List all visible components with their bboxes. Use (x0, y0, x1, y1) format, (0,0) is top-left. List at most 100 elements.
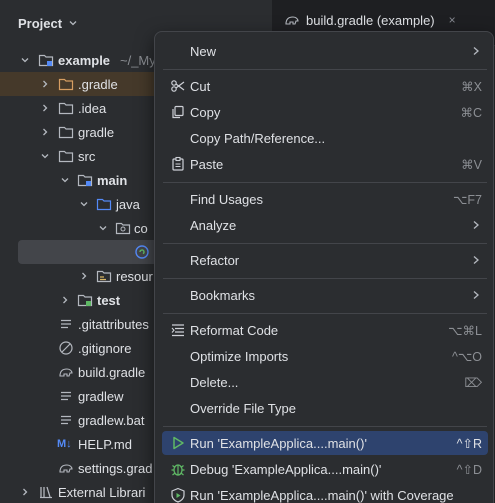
package-icon (115, 222, 131, 235)
close-icon[interactable]: × (449, 13, 456, 27)
menu-item-run[interactable]: Run 'ExampleApplica....main()' ^⇧R (162, 431, 488, 455)
tree-label: java (116, 196, 140, 212)
tree-label: .gradle (78, 76, 118, 92)
chevron-down-icon[interactable] (60, 175, 70, 185)
text-file-icon (61, 415, 71, 425)
menu-item-label: Run 'ExampleApplica....main()' (190, 435, 367, 451)
scissors-icon (171, 80, 185, 92)
module-folder-icon (38, 54, 54, 67)
chevron-right-icon[interactable] (40, 79, 50, 89)
project-panel-title[interactable]: Project (18, 16, 62, 31)
menu-item-label: Analyze (190, 217, 237, 233)
menu-item-label: Refactor (190, 252, 240, 268)
menu-item-run-with-coverage[interactable]: Run 'ExampleApplica....main()' with Cove… (162, 483, 488, 503)
menu-item-copy[interactable]: Copy ⌘C (162, 100, 488, 124)
menu-item-label: Reformat Code (190, 322, 279, 338)
menu-separator (163, 278, 487, 279)
run-icon (173, 436, 184, 450)
tree-label: .gitignore (78, 340, 132, 356)
submenu-arrow-icon (473, 47, 479, 55)
menu-item-shortcut: ⌘C (460, 105, 482, 120)
menu-item-analyze[interactable]: Analyze (162, 213, 488, 237)
menu-item-label: Cut (190, 78, 211, 94)
tree-label: test (97, 292, 121, 308)
gradle-elephant-icon (285, 16, 299, 25)
resources-folder-icon (96, 270, 112, 283)
chevron-down-icon[interactable] (79, 199, 89, 209)
gradle-elephant-icon (59, 368, 73, 377)
menu-item-label: Debug 'ExampleApplica....main()' (190, 461, 382, 477)
chevron-right-icon[interactable] (40, 103, 50, 113)
submenu-arrow-icon (473, 256, 479, 264)
context-menu: New Cut ⌘X Copy ⌘C Copy Path/Reference..… (154, 31, 494, 503)
tree-label: HELP.md (78, 436, 132, 452)
menu-separator (163, 426, 487, 427)
menu-separator (163, 313, 487, 314)
menu-item-label: New (190, 43, 217, 59)
tree-label: example (58, 52, 111, 68)
menu-item-reformat-code[interactable]: Reformat Code ⌥⌘L (162, 318, 488, 342)
menu-item-label: Delete... (190, 374, 239, 390)
menu-item-label: Bookmarks (190, 287, 256, 303)
menu-item-shortcut: ⌥F7 (453, 192, 482, 207)
menu-item-delete[interactable]: Delete... ⌦ (162, 370, 488, 394)
menu-item-label: Run 'ExampleApplica....main()' with Cove… (190, 487, 454, 503)
libraries-icon (40, 486, 52, 499)
markdown-icon: M↓ (57, 438, 72, 450)
gradle-elephant-icon (59, 464, 73, 473)
chevron-down-icon[interactable] (68, 18, 78, 28)
menu-separator (163, 182, 487, 183)
menu-item-label: Optimize Imports (190, 348, 289, 364)
menu-separator (163, 243, 487, 244)
tree-path-hint: ~/_My (120, 52, 156, 68)
menu-item-shortcut: ⌦ (464, 375, 482, 390)
chevron-down-icon[interactable] (20, 55, 30, 65)
menu-item-find-usages[interactable]: Find Usages ⌥F7 (162, 187, 488, 211)
tree-label: settings.grad (78, 460, 153, 476)
ignore-file-icon (59, 341, 73, 355)
menu-item-shortcut: ⌥⌘L (448, 323, 482, 338)
tree-label: External Librari (58, 484, 146, 500)
tree-label: co (134, 220, 148, 236)
tree-label: .idea (78, 100, 107, 116)
menu-item-shortcut: ^⌥O (452, 349, 482, 364)
submenu-arrow-icon (473, 221, 479, 229)
menu-item-label: Copy (190, 104, 221, 120)
chevron-right-icon[interactable] (20, 487, 30, 497)
menu-item-shortcut: ⌘V (461, 157, 482, 172)
text-file-icon (61, 391, 71, 401)
menu-item-paste[interactable]: Paste ⌘V (162, 152, 488, 176)
chevron-right-icon[interactable] (60, 295, 70, 305)
editor-tab-build-gradle[interactable]: build.gradle (example) × (284, 12, 456, 28)
menu-item-cut[interactable]: Cut ⌘X (162, 74, 488, 98)
chevron-down-icon[interactable] (98, 223, 108, 233)
chevron-right-icon[interactable] (79, 271, 89, 281)
folder-icon (58, 126, 74, 139)
editor-tab-label: build.gradle (example) (306, 12, 435, 28)
tree-label: src (78, 148, 96, 164)
menu-item-debug[interactable]: Debug 'ExampleApplica....main()' ^⇧D (162, 457, 488, 481)
menu-item-shortcut: ^⇧D (456, 462, 482, 477)
chevron-right-icon[interactable] (40, 127, 50, 137)
source-root-folder-icon (77, 174, 93, 187)
folder-icon (58, 150, 74, 163)
menu-item-optimize-imports[interactable]: Optimize Imports ^⌥O (162, 344, 488, 368)
debug-bug-icon (171, 464, 185, 476)
menu-item-label: Find Usages (190, 191, 263, 207)
chevron-down-icon[interactable] (40, 151, 50, 161)
menu-item-copy-path-reference[interactable]: Copy Path/Reference... (162, 126, 488, 150)
copy-icon (172, 105, 184, 119)
menu-item-override-file-type[interactable]: Override File Type (162, 396, 488, 420)
menu-item-bookmarks[interactable]: Bookmarks (162, 283, 488, 307)
text-file-icon (61, 319, 71, 329)
menu-item-label: Override File Type (190, 400, 296, 416)
menu-item-new[interactable]: New (162, 39, 488, 63)
folder-icon (58, 102, 74, 115)
menu-item-label: Copy Path/Reference... (190, 130, 326, 146)
reformat-icon (171, 324, 184, 337)
source-folder-icon (96, 198, 112, 211)
tree-label: gradlew.bat (78, 412, 145, 428)
menu-item-refactor[interactable]: Refactor (162, 248, 488, 272)
test-folder-icon (77, 294, 93, 307)
tree-label: main (97, 172, 128, 188)
